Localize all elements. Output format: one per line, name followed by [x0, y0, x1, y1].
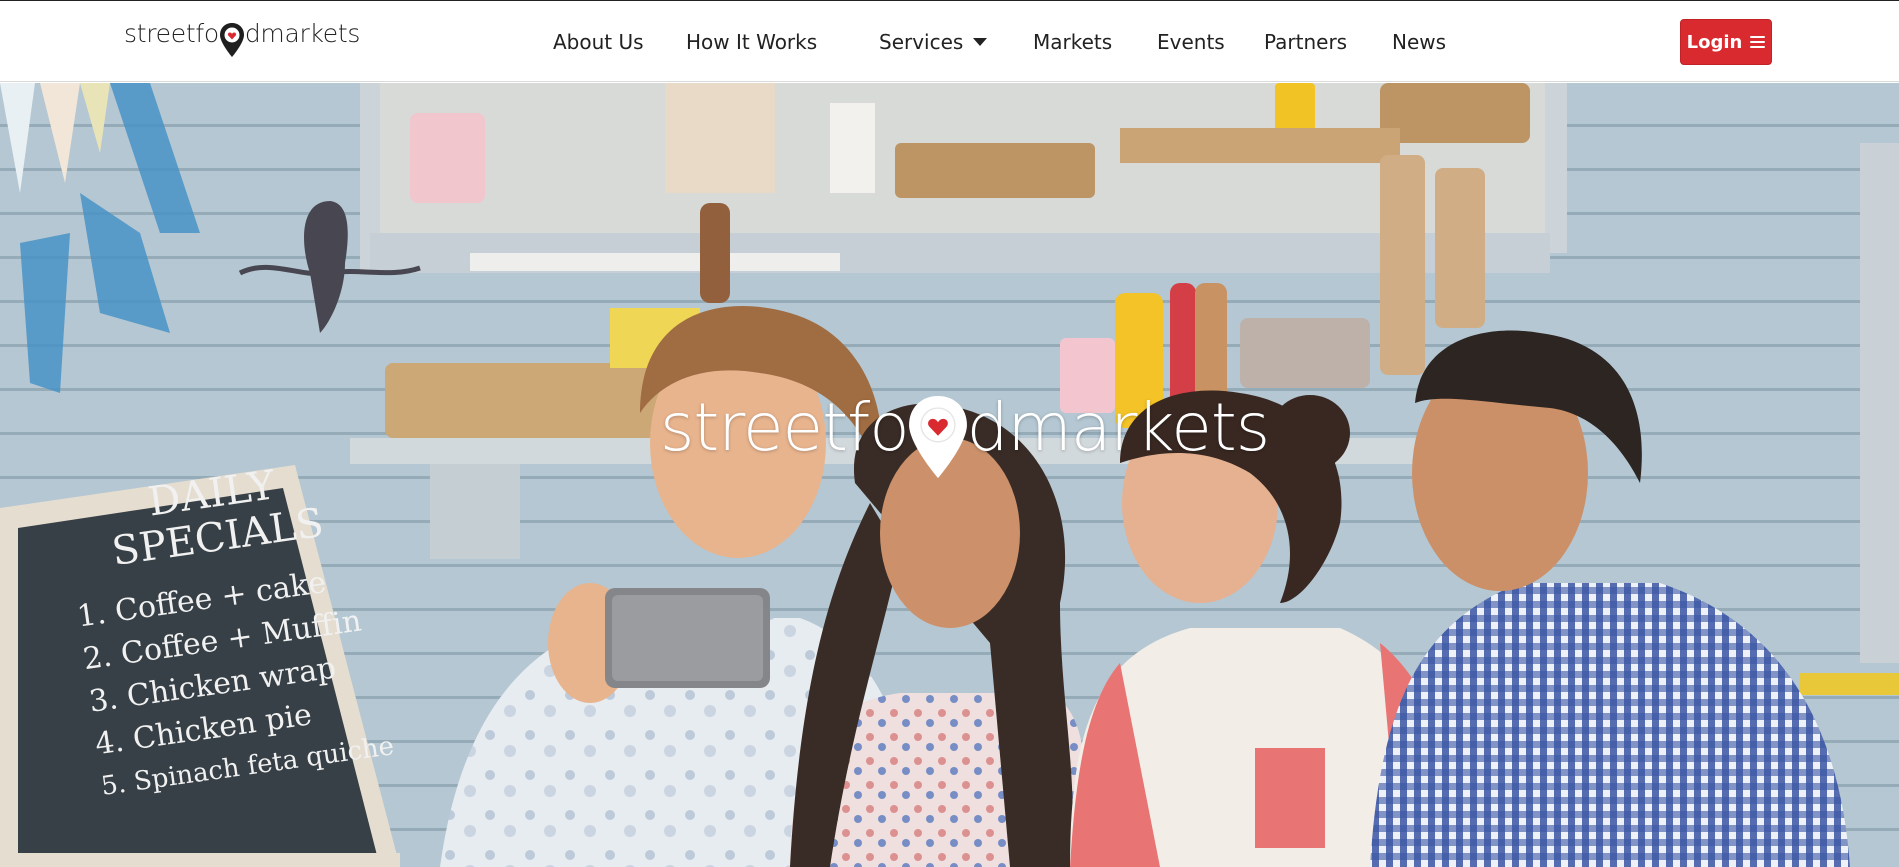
hero-logo-part2: dmarkets: [966, 389, 1271, 466]
hero-banner: DAILY SPECIALS 1. Coffee + cake 2. Coffe…: [0, 83, 1899, 867]
brand-logo[interactable]: streetfo dmarkets: [124, 19, 360, 63]
login-button[interactable]: Login: [1680, 19, 1772, 65]
map-pin-heart-icon: [908, 396, 967, 478]
nav-services[interactable]: Services: [879, 29, 988, 55]
nav-news[interactable]: News: [1392, 29, 1446, 55]
hero-logo: streetfo dmarkets: [660, 388, 1271, 488]
site-header: streetfo dmarkets About Us How It Works …: [0, 0, 1899, 82]
hero-logo-part1: streetfo: [660, 389, 910, 466]
daily-specials-chalkboard: DAILY SPECIALS 1. Coffee + cake 2. Coffe…: [60, 451, 401, 809]
hamburger-icon: [1750, 36, 1766, 48]
nav-events[interactable]: Events: [1157, 29, 1225, 55]
caret-down-icon: [973, 38, 988, 46]
brand-name-part1: streetfo: [124, 19, 219, 48]
brand-name-part2: dmarkets: [244, 19, 361, 48]
nav-markets[interactable]: Markets: [1033, 29, 1112, 55]
nav-partners[interactable]: Partners: [1264, 29, 1347, 55]
nav-services-label: Services: [879, 30, 964, 54]
login-label: Login: [1686, 31, 1743, 53]
nav-about-us[interactable]: About Us: [553, 29, 644, 55]
map-pin-heart-icon: [219, 23, 244, 57]
nav-how-it-works[interactable]: How It Works: [686, 29, 817, 55]
